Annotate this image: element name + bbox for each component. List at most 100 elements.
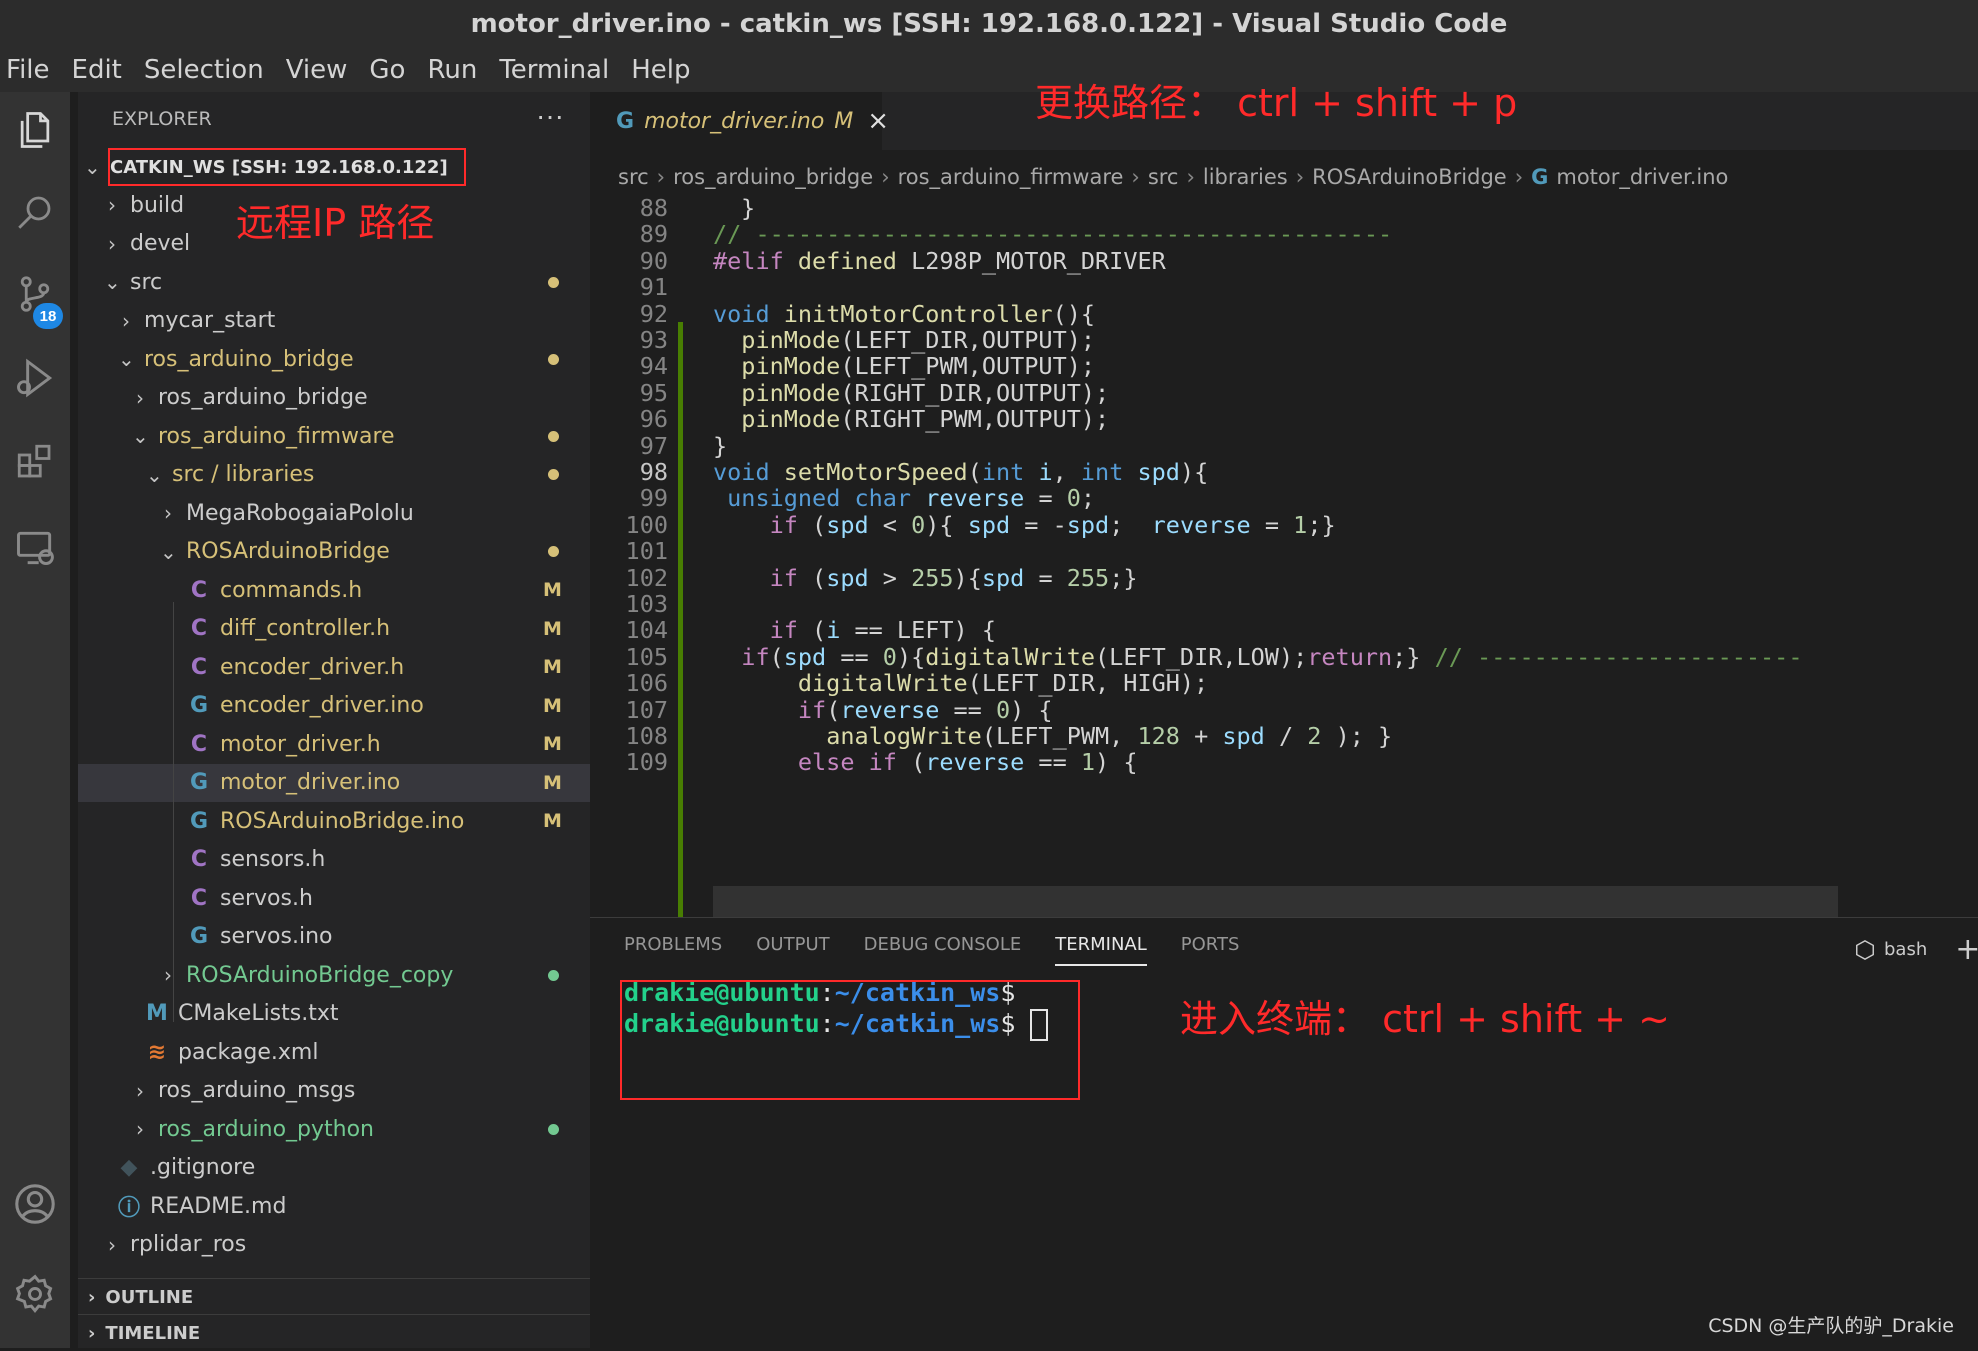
- tree-item[interactable]: ⌄ src: [78, 263, 590, 301]
- line-number: 103: [625, 590, 668, 618]
- line-number: 99: [639, 484, 668, 513]
- menu-help[interactable]: Help: [620, 55, 701, 85]
- tree-item[interactable]: Gencoder_driver.ino M: [78, 687, 590, 725]
- account-icon[interactable]: [11, 1180, 59, 1228]
- extensions-icon[interactable]: [11, 438, 59, 486]
- gear-icon[interactable]: [11, 1270, 59, 1318]
- tree-item[interactable]: ◆ .gitignore: [78, 1149, 590, 1187]
- breadcrumb-item[interactable]: libraries: [1203, 165, 1288, 189]
- search-icon[interactable]: [11, 188, 59, 236]
- timeline-section[interactable]: › TIMELINE: [78, 1314, 590, 1351]
- chevron-down-icon: ⌄: [146, 462, 163, 487]
- line-number: 98: [639, 458, 668, 486]
- breadcrumb-item[interactable]: ros_arduino_bridge: [673, 165, 873, 189]
- tree-item[interactable]: Gmotor_driver.ino M: [78, 763, 590, 802]
- tree-item[interactable]: › mycar_start: [78, 302, 590, 340]
- tree-item[interactable]: ⓘ README.md: [78, 1187, 590, 1225]
- annotation-remote-ip: 远程IP 路径: [236, 201, 435, 245]
- git-status-badge: M: [543, 579, 562, 601]
- breadcrumb-item[interactable]: motor_driver.ino: [1556, 165, 1728, 189]
- tree-item-label: build: [130, 192, 185, 218]
- close-icon[interactable]: ×: [867, 106, 889, 136]
- code-text: unsigned char reverse = 0;: [727, 484, 1096, 513]
- tree-item[interactable]: › MegaRobogaiaPololu: [78, 494, 590, 532]
- tree-item[interactable]: › ROSArduinoBridge_copy: [78, 956, 590, 994]
- tab-problems[interactable]: PROBLEMS: [624, 918, 722, 970]
- tree-item[interactable]: › ros_arduino_python: [78, 1110, 590, 1148]
- tree-item[interactable]: Csensors.h: [78, 841, 590, 879]
- tree-item[interactable]: Cdiff_controller.h M: [78, 610, 590, 648]
- code-text: pinMode(LEFT_DIR,OUTPUT);: [741, 326, 1096, 354]
- window-title: motor_driver.ino - catkin_ws [SSH: 192.1…: [0, 0, 1978, 48]
- git-change-dot: [548, 969, 559, 981]
- menu-run[interactable]: Run: [416, 55, 488, 85]
- code-text: if (spd < 0){ spd = -spd; reverse = 1;}: [769, 510, 1336, 539]
- tree-item[interactable]: ⌄ ros_arduino_firmware: [78, 417, 590, 455]
- code-text: else if (reverse == 1) {: [797, 748, 1138, 777]
- line-number: 107: [625, 695, 668, 724]
- menu-file[interactable]: File: [0, 55, 61, 85]
- remote-explorer-icon[interactable]: [11, 524, 59, 572]
- terminal-shell-selector[interactable]: bash +: [1854, 932, 1978, 967]
- tab-ports[interactable]: PORTS: [1181, 918, 1240, 970]
- tree-item-label: CMakeLists.txt: [178, 1001, 339, 1026]
- menu-go[interactable]: Go: [358, 55, 416, 85]
- tree-item[interactable]: Ccommands.h M: [78, 571, 590, 609]
- tree-item[interactable]: Cservos.h: [78, 879, 590, 917]
- tree-item[interactable]: Cencoder_driver.h M: [78, 648, 590, 686]
- tree-item[interactable]: › rplidar_ros: [78, 1226, 590, 1264]
- activity-bar: 18: [0, 92, 70, 1348]
- tree-item-label: commands.h: [220, 577, 363, 603]
- annotation-path-switch: 更换路径： ctrl + shift + p: [1035, 81, 1518, 125]
- tree-item[interactable]: M CMakeLists.txt: [78, 995, 590, 1033]
- code-text: pinMode(RIGHT_DIR,OUTPUT);: [741, 378, 1110, 407]
- tree-item-label: MegaRobogaiaPololu: [186, 500, 414, 526]
- tree-item[interactable]: ⌄ src / libraries: [78, 456, 590, 494]
- tree-item[interactable]: ⌄ ros_arduino_bridge: [78, 340, 590, 378]
- indent-guide: [173, 602, 174, 1022]
- code-text: pinMode(LEFT_PWM,OUTPUT);: [741, 352, 1096, 381]
- outline-section[interactable]: › OUTLINE: [78, 1278, 590, 1315]
- tree-item[interactable]: ≋ package.xml: [78, 1033, 590, 1071]
- tree-item[interactable]: › ros_arduino_msgs: [78, 1072, 590, 1110]
- tab-motor-driver[interactable]: G motor_driver.ino M ×: [590, 92, 889, 150]
- arduino-file-icon: G: [189, 924, 209, 949]
- breadcrumb-item[interactable]: ROSArduinoBridge: [1312, 165, 1507, 189]
- tab-terminal[interactable]: TERMINAL: [1055, 918, 1147, 970]
- tree-item[interactable]: › ros_arduino_bridge: [78, 379, 590, 417]
- explorer-icon[interactable]: [11, 106, 59, 154]
- code-editor[interactable]: 88} 89 // --------------------------------…: [590, 192, 1978, 917]
- menu-terminal[interactable]: Terminal: [488, 55, 620, 85]
- panel-tabs: PROBLEMS OUTPUT DEBUG CONSOLE TERMINAL P…: [590, 918, 1239, 970]
- tree-item[interactable]: G ROSArduinoBridge.ino M: [78, 802, 590, 840]
- tree-item[interactable]: Cmotor_driver.h M: [78, 725, 590, 763]
- tab-output[interactable]: OUTPUT: [756, 918, 829, 970]
- arduino-file-icon: G: [1531, 165, 1549, 189]
- tree-item-label: ros_arduino_firmware: [158, 423, 395, 449]
- c-file-icon: C: [190, 654, 208, 680]
- code-text: if(spd == 0){digitalWrite(LEFT_DIR,LOW);…: [741, 642, 1803, 671]
- code-line[interactable]: 109 else if (reverse == 1) {: [590, 748, 1978, 781]
- chevron-right-icon: ›: [88, 1286, 96, 1308]
- new-terminal-icon[interactable]: +: [1955, 932, 1978, 967]
- breadcrumb-item[interactable]: src: [618, 165, 649, 189]
- xml-file-icon: ≋: [147, 1039, 167, 1065]
- code-text: if(reverse == 0) {: [797, 695, 1053, 724]
- menu-selection[interactable]: Selection: [133, 55, 275, 85]
- tree-item-label: package.xml: [178, 1039, 319, 1065]
- menu-edit[interactable]: Edit: [61, 55, 133, 85]
- line-number: 109: [625, 748, 668, 777]
- breadcrumb-item[interactable]: ros_arduino_firmware: [898, 165, 1124, 189]
- chevron-down-icon: ⌄: [104, 270, 121, 294]
- menu-view[interactable]: View: [275, 55, 359, 85]
- more-actions-icon[interactable]: ···: [536, 100, 564, 132]
- breadcrumb-item[interactable]: src: [1148, 165, 1179, 189]
- tree-item-label: encoder_driver.h: [220, 654, 405, 680]
- arduino-file-icon: G: [189, 693, 209, 718]
- line-number: 90: [639, 246, 668, 275]
- run-debug-icon[interactable]: [11, 354, 59, 402]
- tree-item[interactable]: ⌄ ROSArduinoBridge: [78, 533, 590, 571]
- horizontal-scrollbar[interactable]: [713, 886, 1838, 917]
- tab-debug-console[interactable]: DEBUG CONSOLE: [864, 918, 1022, 970]
- tree-item[interactable]: Gservos.ino: [78, 918, 590, 956]
